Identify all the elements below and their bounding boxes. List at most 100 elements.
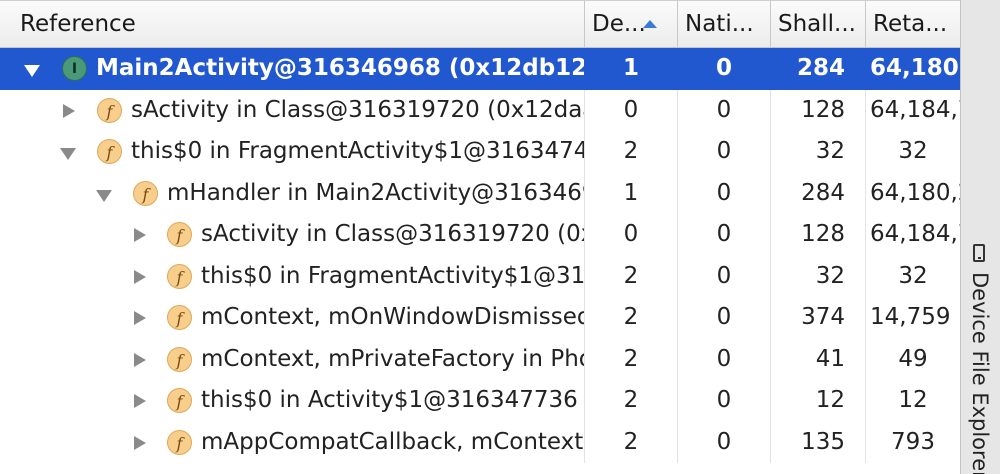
shallow-size-cell: 284 [771,172,866,214]
triangle-right-icon[interactable] [63,103,75,118]
column-header-label: De... [592,11,646,37]
field-icon: f [167,305,192,330]
reference-tree-table[interactable]: Reference De... Nati... Shall... Reta... [0,0,960,474]
table-row[interactable]: f this$0 in Activity$1@316347736 (0 2 0 … [0,380,960,422]
reference-label: sActivity in Class@316319720 (0x1 [201,221,585,247]
table-header: Reference De... Nati... Shall... Reta... [0,0,960,48]
reference-cell: f this$0 in FragmentActivity$1@31634740 [0,131,585,173]
reference-label: mContext, mOnWindowDismissed [201,304,585,330]
triangle-right-icon[interactable] [134,435,146,450]
reference-label: mHandler in Main2Activity@31634696 [167,179,585,206]
field-icon: f [167,263,192,289]
column-header-label: Reference [20,11,136,37]
table-row[interactable]: f this$0 in FragmentActivity$1@31634740 … [0,131,960,173]
native-size-cell: 0 [678,214,771,256]
field-icon: f [167,222,192,247]
field-icon: f [97,139,122,164]
shallow-size-cell: 374 [771,297,866,339]
heap-dump-window: Reference De... Nati... Shall... Reta... [0,0,1000,474]
device-file-explorer-tab[interactable]: Device File Explorer [961,230,1000,474]
reference-cell: f this$0 in FragmentActivity$1@3163 [0,255,585,297]
table-row[interactable]: f mContext, mPrivateFactory in Pho 2 0 4… [0,338,960,380]
reference-label: this$0 in FragmentActivity$1@3163 [201,262,585,289]
field-icon: f [97,97,122,123]
retained-size-cell: 49 [898,345,928,372]
shallow-size-cell: 135 [771,421,866,463]
triangle-down-icon[interactable] [96,189,112,202]
triangle-right-icon[interactable] [134,311,146,325]
shallow-size-cell: 41 [771,338,866,380]
depth-cell: 2 [585,421,678,463]
reference-label: this$0 in Activity$1@316347736 (0 [201,387,585,413]
reference-cell: f mContext, mPrivateFactory in Pho [0,338,585,380]
field-icon: f [167,346,192,372]
shallow-size-cell: 284 [771,48,866,90]
field-icon: f [167,388,192,413]
retained-size-cell: 64,180,2 [870,55,960,81]
retained-size-cell: 793 [891,428,935,455]
column-header-retained-size[interactable]: Reta... [866,1,960,48]
table-row[interactable]: f sActivity in Class@316319720 (0x1 0 0 … [0,214,960,256]
triangle-right-icon[interactable] [134,269,146,284]
reference-cell: f sActivity in Class@316319720 (0x12daa7 [0,89,585,131]
table-row[interactable]: f mHandler in Main2Activity@31634696 1 0… [0,172,960,214]
field-icon: f [133,180,158,206]
depth-cell: 1 [585,172,678,214]
depth-cell: 0 [585,214,678,256]
table-row[interactable]: f mAppCompatCallback, mContext, 2 0 135 … [0,421,960,463]
shallow-size-cell: 32 [771,255,866,297]
table-row[interactable]: f sActivity in Class@316319720 (0x12daa7… [0,89,960,131]
triangle-right-icon[interactable] [134,394,146,408]
depth-cell: 2 [585,380,678,422]
device-file-explorer-label: Device File Explorer [968,272,992,474]
reference-cell: f mAppCompatCallback, mContext, [0,421,585,463]
depth-cell: 1 [585,48,678,90]
reference-cell: f mContext, mOnWindowDismissed [0,297,585,339]
table-row[interactable]: f mContext, mOnWindowDismissed 2 0 374 1… [0,297,960,339]
table-row[interactable]: f this$0 in FragmentActivity$1@3163 2 0 … [0,255,960,297]
retained-size-cell: 64,180,2 [870,179,960,206]
column-header-depth[interactable]: De... [585,1,678,48]
triangle-right-icon[interactable] [134,352,146,367]
retained-size-cell: 64,184,7 [870,221,960,247]
retained-size-cell: 32 [898,138,928,164]
table-row[interactable]: I Main2Activity@316346968 (0x12db1258) 1… [0,48,960,90]
reference-label: mAppCompatCallback, mContext, [201,428,585,455]
tool-window-strip: Device File Explorer [960,0,1000,474]
depth-cell: 2 [585,297,678,339]
column-header-reference[interactable]: Reference [0,1,585,48]
depth-cell: 2 [585,255,678,297]
column-header-native-size[interactable]: Nati... [678,1,771,48]
reference-label: sActivity in Class@316319720 (0x12daa7 [131,96,585,123]
instance-icon: I [62,56,87,81]
column-header-label: Nati... [685,11,754,37]
shallow-size-cell: 32 [771,131,866,173]
triangle-down-icon[interactable] [60,148,76,160]
native-size-cell: 0 [678,297,771,339]
triangle-down-icon[interactable] [24,65,40,77]
native-size-cell: 0 [678,421,771,463]
depth-cell: 2 [585,338,678,380]
reference-cell: I Main2Activity@316346968 (0x12db1258) [0,48,585,90]
column-header-shallow-size[interactable]: Shall... [771,1,866,48]
native-size-cell: 0 [678,255,771,297]
reference-cell: f mHandler in Main2Activity@31634696 [0,172,585,214]
reference-label: Main2Activity@316346968 (0x12db1258) [96,55,585,81]
device-icon [973,244,985,262]
reference-label: this$0 in FragmentActivity$1@31634740 [131,138,585,164]
shallow-size-cell: 128 [771,214,866,256]
retained-size-cell: 12 [898,387,928,413]
field-icon: f [167,429,192,455]
retained-size-cell: 64,184,7 [870,96,960,123]
retained-size-cell: 32 [898,262,928,289]
table-body: I Main2Activity@316346968 (0x12db1258) 1… [0,48,960,463]
reference-cell: f this$0 in Activity$1@316347736 (0 [0,380,585,422]
triangle-right-icon[interactable] [134,228,146,242]
native-size-cell: 0 [678,338,771,380]
reference-label: mContext, mPrivateFactory in Pho [201,345,585,372]
column-header-label: Reta... [873,11,948,37]
depth-cell: 0 [585,89,678,131]
native-size-cell: 0 [678,172,771,214]
native-size-cell: 0 [678,380,771,422]
shallow-size-cell: 128 [771,89,866,131]
